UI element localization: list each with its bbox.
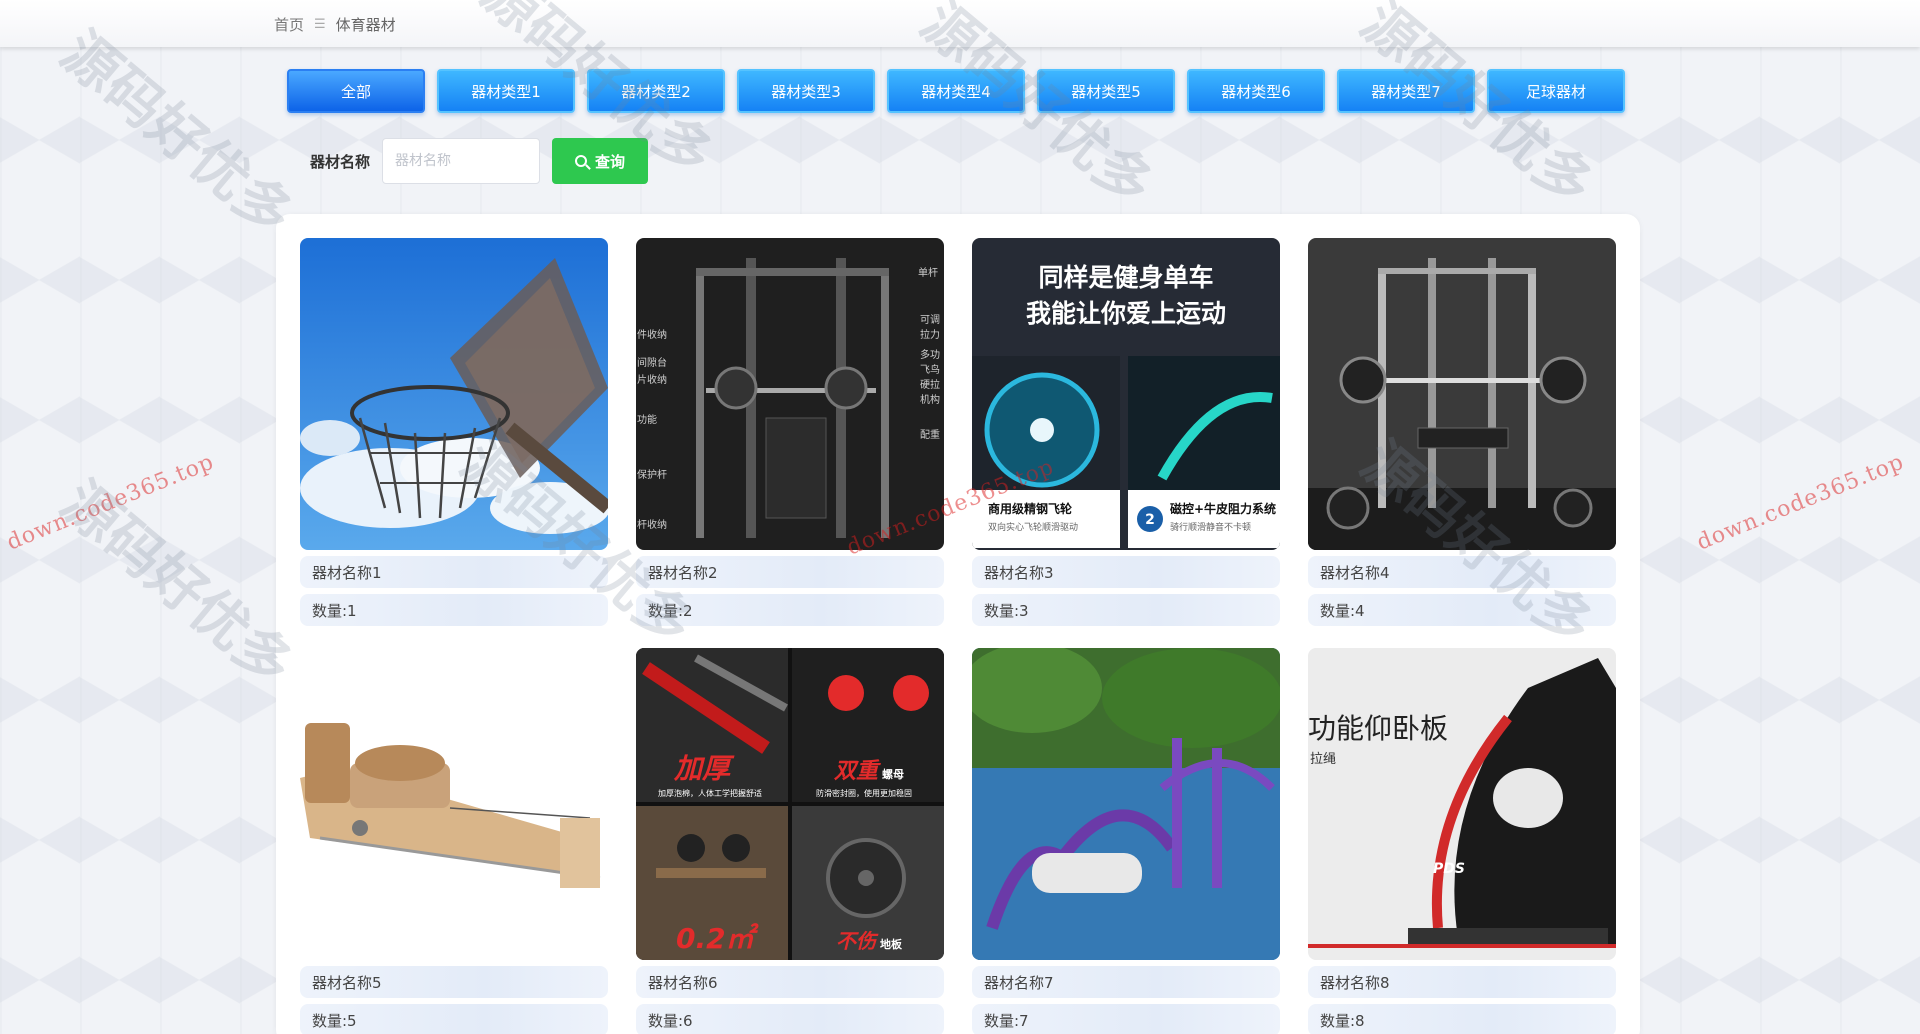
image-headline: 我能让你爱上运动 xyxy=(1026,299,1226,328)
tab-type-2[interactable]: 器材类型2 xyxy=(587,69,725,113)
image-label: 拉绳 xyxy=(1310,752,1336,767)
equipment-quantity: 数量:7 xyxy=(972,1004,1280,1034)
tab-type-5[interactable]: 器材类型5 xyxy=(1037,69,1175,113)
equipment-card[interactable]: 器材名称7 数量:7 xyxy=(972,648,1280,1034)
image-label: 片收纳 xyxy=(637,373,667,386)
tab-type-4[interactable]: 器材类型4 xyxy=(887,69,1025,113)
image-label: 商用级精钢飞轮 xyxy=(988,501,1073,516)
tab-type-3[interactable]: 器材类型3 xyxy=(737,69,875,113)
equipment-quantity: 数量:5 xyxy=(300,1004,608,1034)
search-button-label: 查询 xyxy=(595,152,626,171)
tab-type-6[interactable]: 器材类型6 xyxy=(1187,69,1325,113)
equipment-card[interactable]: 器材名称5 数量:5 xyxy=(300,648,608,1034)
equipment-image-gym-rack[interactable] xyxy=(1308,238,1616,550)
image-logo-text: PDS xyxy=(1433,861,1465,877)
top-bar: 首页 ☰ 体育器材 xyxy=(0,0,1920,47)
equipment-grid: 器材名称1 数量:1 单杆 件收纳 间隙台 片收纳 功能 保护杆 杆收纳 可调 … xyxy=(300,238,1616,1034)
image-label: 磁控+牛皮阻力系统 xyxy=(1169,501,1276,516)
tab-all[interactable]: 全部 xyxy=(287,69,425,113)
equipment-card[interactable]: 加厚 加厚泡棉，人体工学把握舒适 双重 螺母 防滑密封圈，使用更加稳固 0.2㎡… xyxy=(636,648,944,1034)
image-headline: 加厚 xyxy=(673,752,735,785)
equipment-quantity: 数量:2 xyxy=(636,594,944,626)
image-label: 地板 xyxy=(880,937,903,951)
equipment-card[interactable]: 单杆 件收纳 间隙台 片收纳 功能 保护杆 杆收纳 可调 拉力 多功 飞鸟 硬拉… xyxy=(636,238,944,626)
equipment-image-situp-bench[interactable]: 功能仰卧板 拉绳 PDS xyxy=(1308,648,1616,960)
equipment-name: 器材名称4 xyxy=(1308,556,1616,588)
image-label: 杆收纳 xyxy=(637,518,667,531)
search-bar: 器材名称 查询 xyxy=(310,138,649,184)
image-label: 加厚泡棉，人体工学把握舒适 xyxy=(658,788,762,798)
image-headline: 双重 xyxy=(833,759,881,784)
equipment-quantity: 数量:4 xyxy=(1308,594,1616,626)
image-label: 多功 xyxy=(920,348,940,361)
image-label: 功能 xyxy=(637,413,657,426)
breadcrumb-home[interactable]: 首页 xyxy=(274,14,304,35)
image-number: 2 xyxy=(1145,512,1155,528)
image-label: 保护杆 xyxy=(637,468,667,481)
breadcrumb-current: 体育器材 xyxy=(335,16,396,34)
equipment-name: 器材名称5 xyxy=(300,966,608,998)
equipment-name: 器材名称3 xyxy=(972,556,1280,588)
breadcrumb-separator-icon: ☰ xyxy=(314,17,326,32)
image-label: 可调 xyxy=(920,314,940,326)
image-label: 单杆 xyxy=(918,267,938,279)
equipment-image-outdoor-fitness[interactable] xyxy=(972,648,1280,960)
equipment-image-smith-machine[interactable]: 单杆 件收纳 间隙台 片收纳 功能 保护杆 杆收纳 可调 拉力 多功 飞鸟 硬拉… xyxy=(636,238,944,550)
search-label: 器材名称 xyxy=(310,152,371,171)
search-icon xyxy=(575,155,587,167)
equipment-quantity: 数量:6 xyxy=(636,1004,944,1034)
image-label: 间隙台 xyxy=(637,356,667,369)
image-headline: 不伤 xyxy=(836,929,879,953)
image-label: 骑行顺滑静音不卡顿 xyxy=(1170,521,1251,533)
image-label: 螺母 xyxy=(882,767,904,781)
equipment-name: 器材名称2 xyxy=(636,556,944,588)
image-headline: 同样是健身单车 xyxy=(1038,263,1213,292)
image-label: 硬拉 xyxy=(920,378,940,391)
equipment-name: 器材名称8 xyxy=(1308,966,1616,998)
image-label: 防滑密封圈，使用更加稳固 xyxy=(816,788,912,798)
image-label: 双向实心飞轮顺滑驱动 xyxy=(988,521,1078,533)
search-input[interactable] xyxy=(382,138,541,184)
tab-football[interactable]: 足球器材 xyxy=(1487,69,1625,113)
search-button[interactable]: 查询 xyxy=(552,138,649,184)
equipment-card[interactable]: 器材名称4 数量:4 xyxy=(1308,238,1616,626)
equipment-name: 器材名称6 xyxy=(636,966,944,998)
image-label: 拉力 xyxy=(920,328,940,341)
category-tabs: 全部 器材类型1 器材类型2 器材类型3 器材类型4 器材类型5 器材类型6 器… xyxy=(287,69,1625,113)
breadcrumb: 首页 ☰ 体育器材 xyxy=(274,14,396,35)
equipment-image-basketball-hoop[interactable] xyxy=(300,238,608,550)
image-label: 飞鸟 xyxy=(920,363,940,376)
image-label: 配重 xyxy=(920,428,940,441)
tab-type-1[interactable]: 器材类型1 xyxy=(437,69,575,113)
equipment-quantity: 数量:3 xyxy=(972,594,1280,626)
image-label: 机构 xyxy=(920,393,940,406)
image-headline: 功能仰卧板 xyxy=(1308,712,1448,745)
tab-type-7[interactable]: 器材类型7 xyxy=(1337,69,1475,113)
equipment-name: 器材名称7 xyxy=(972,966,1280,998)
equipment-quantity: 数量:8 xyxy=(1308,1004,1616,1034)
equipment-image-dumbbell-collage[interactable]: 加厚 加厚泡棉，人体工学把握舒适 双重 螺母 防滑密封圈，使用更加稳固 0.2㎡… xyxy=(636,648,944,960)
equipment-card[interactable]: 器材名称1 数量:1 xyxy=(300,238,608,626)
equipment-image-pilates-reformer[interactable] xyxy=(300,648,608,960)
image-headline: 0.2㎡ xyxy=(676,922,760,955)
equipment-name: 器材名称1 xyxy=(300,556,608,588)
equipment-image-spin-bike-ad[interactable]: 同样是健身单车 我能让你爱上运动 商用级精钢飞轮 双向实心飞轮顺滑驱动 2 磁控… xyxy=(972,238,1280,550)
image-label: 件收纳 xyxy=(637,328,667,341)
equipment-card[interactable]: 同样是健身单车 我能让你爱上运动 商用级精钢飞轮 双向实心飞轮顺滑驱动 2 磁控… xyxy=(972,238,1280,626)
equipment-quantity: 数量:1 xyxy=(300,594,608,626)
equipment-card[interactable]: 功能仰卧板 拉绳 PDS 器材名称8 数量:8 xyxy=(1308,648,1616,1034)
